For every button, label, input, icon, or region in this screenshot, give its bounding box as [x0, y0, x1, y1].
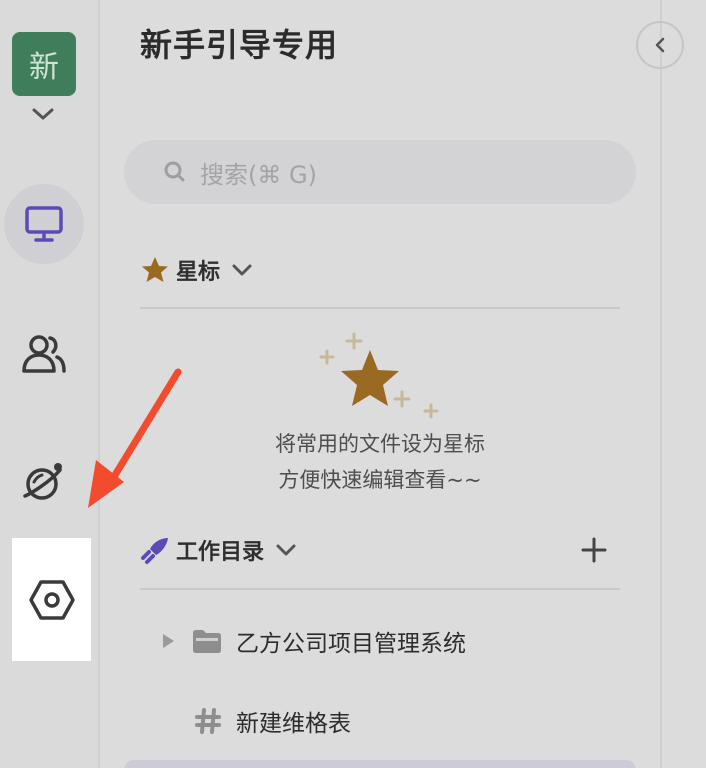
- add-node-button[interactable]: [580, 536, 608, 564]
- workspace-title: 新手引导专用: [140, 26, 339, 64]
- tree-item-label: 乙方公司项目管理系统: [236, 631, 466, 657]
- rail-item-workspace[interactable]: [4, 184, 84, 264]
- rail-item-settings[interactable]: [12, 538, 91, 661]
- starred-section-header[interactable]: 星标: [140, 254, 254, 286]
- rail-item-members[interactable]: [18, 330, 70, 378]
- tree-item-label: 新建维格表: [236, 711, 351, 737]
- people-icon: [22, 335, 66, 373]
- annotation-arrow-icon: [88, 368, 182, 508]
- hash-icon: [195, 708, 221, 734]
- starred-empty-line2: 方便快速编辑查看~~: [278, 468, 482, 492]
- monitor-icon: [25, 206, 63, 242]
- chevron-left-icon: [655, 37, 665, 53]
- starred-empty-line1: 将常用的文件设为星标: [275, 432, 485, 456]
- search-icon: [164, 161, 185, 182]
- search-placeholder: 搜索(⌘ G): [200, 160, 317, 189]
- tree-item-folder[interactable]: 乙方公司项目管理系统: [160, 624, 466, 658]
- starred-label: 星标: [176, 260, 221, 285]
- starred-divider: [140, 307, 620, 309]
- panel-border: [660, 0, 662, 768]
- planet-icon: [23, 463, 62, 500]
- directory-divider: [140, 588, 620, 590]
- search-input[interactable]: 搜索(⌘ G): [124, 140, 636, 204]
- tree-item-datasheet[interactable]: 新建维格表: [194, 704, 351, 738]
- directory-section-header[interactable]: 工作目录: [140, 534, 298, 566]
- folder-icon: [193, 630, 221, 653]
- chevron-down-icon: [276, 544, 296, 556]
- rail-item-explore[interactable]: [18, 456, 70, 508]
- chevron-down-icon: [232, 264, 252, 276]
- star-icon: [142, 257, 168, 282]
- caret-right-icon[interactable]: [160, 632, 176, 650]
- chevron-down-icon[interactable]: [30, 104, 56, 124]
- directory-label: 工作目录: [176, 540, 265, 565]
- star-empty-illustration-icon: [319, 332, 439, 419]
- selected-row-highlight: [124, 760, 636, 768]
- hexagon-settings-icon: [28, 579, 75, 620]
- rocket-icon: [141, 538, 168, 564]
- collapse-sidebar-button[interactable]: [636, 21, 684, 69]
- workspace-avatar[interactable]: 新: [12, 32, 76, 96]
